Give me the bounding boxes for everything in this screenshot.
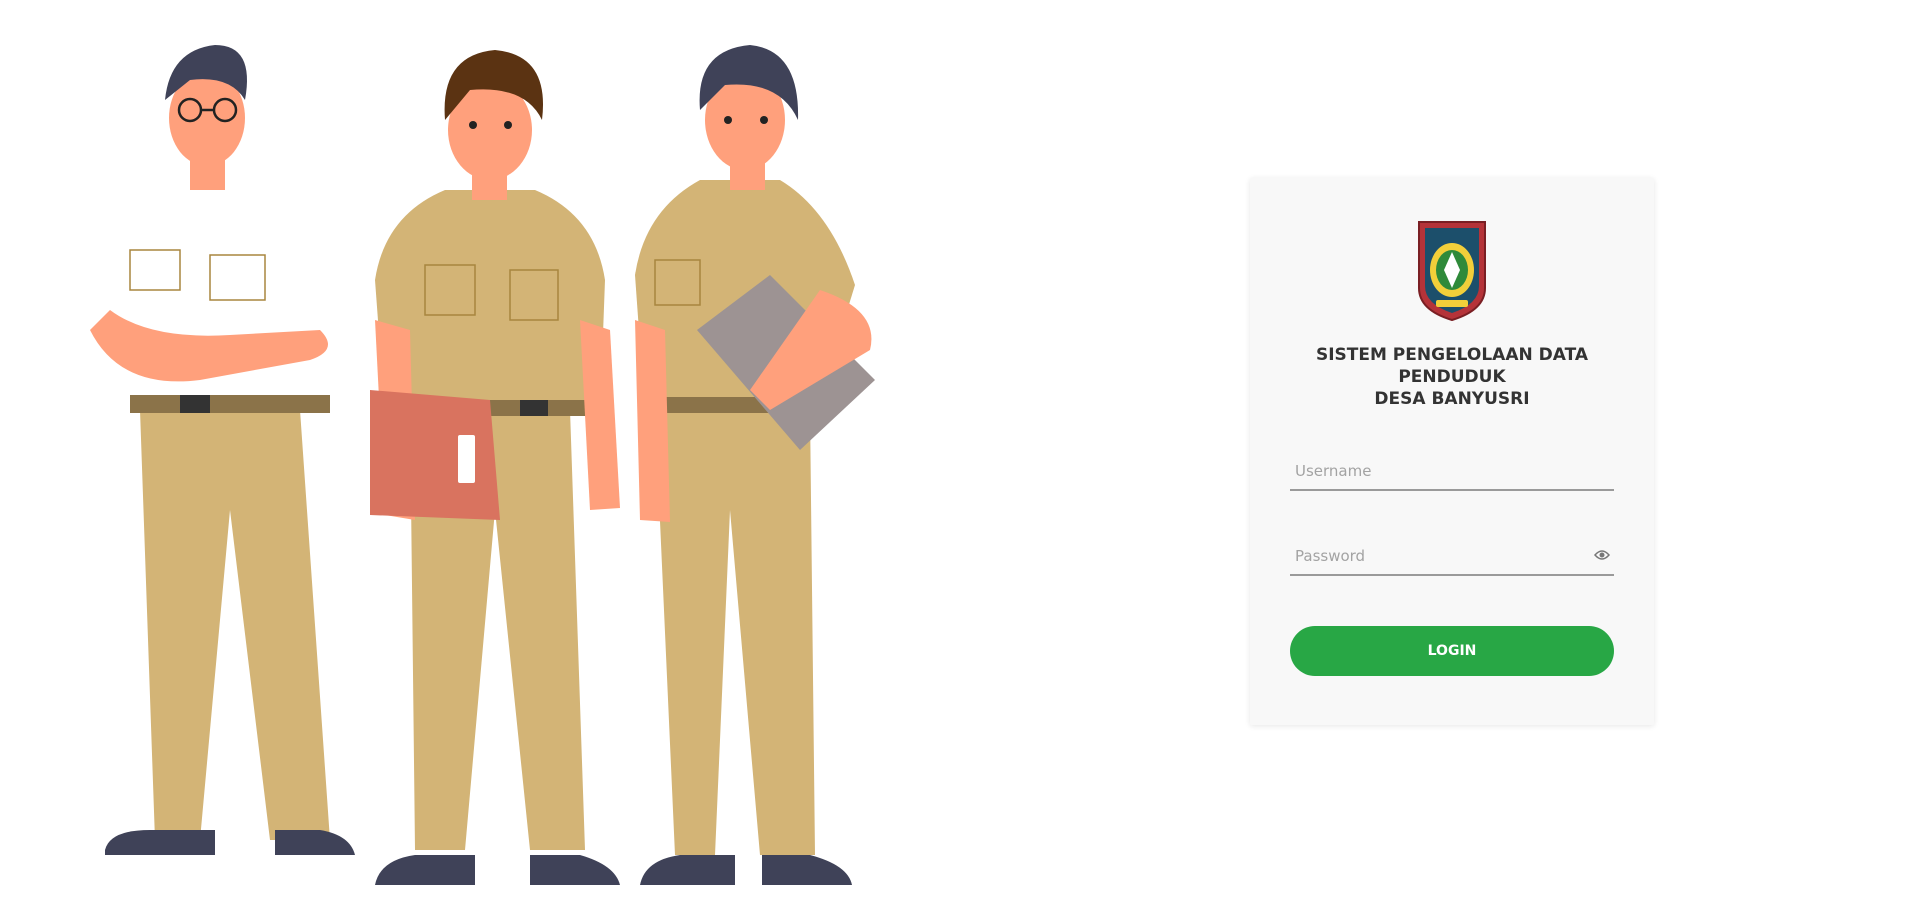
app-title: SISTEM PENGELOLAAN DATA PENDUDUK DESA BA… (1302, 344, 1602, 410)
app-title-line-2: PENDUDUK (1398, 367, 1506, 387)
app-title-line-3: DESA BANYUSRI (1374, 389, 1530, 409)
password-field-container (1290, 539, 1614, 576)
eye-icon[interactable] (1594, 549, 1610, 561)
civil-servants-illustration (90, 45, 875, 885)
login-button[interactable]: LOGIN (1290, 626, 1614, 676)
username-field-container (1290, 454, 1614, 491)
person-2-figure (370, 50, 620, 885)
app-title-line-1: SISTEM PENGELOLAAN DATA (1315, 345, 1589, 365)
username-input[interactable] (1290, 454, 1614, 488)
person-3-figure (635, 45, 875, 885)
person-1-figure (90, 45, 355, 855)
login-page: SISTEM PENGELOLAAN DATA PENDUDUK DESA BA… (0, 0, 1912, 904)
password-input[interactable] (1290, 539, 1614, 573)
village-crest-logo-icon (1418, 221, 1486, 322)
login-card: SISTEM PENGELOLAAN DATA PENDUDUK DESA BA… (1250, 178, 1654, 725)
